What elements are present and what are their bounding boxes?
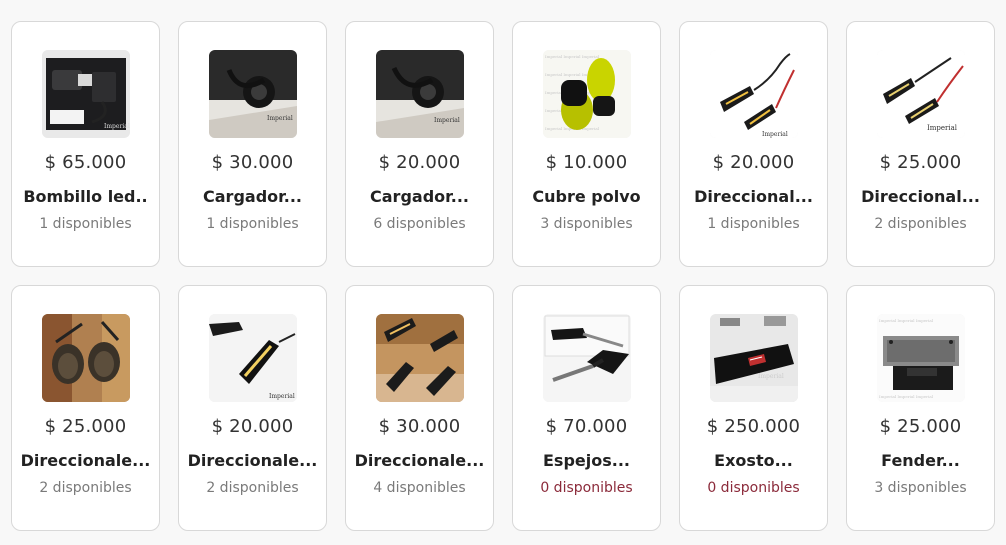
product-name[interactable]: Exosto... [714,451,793,470]
svg-text:Imperial: Imperial [104,123,130,130]
product-stock: 0 disponibles [707,480,800,496]
svg-text:Imperial: Imperial [758,373,784,380]
product-name[interactable]: Fender... [881,451,960,470]
product-card[interactable]: Imperial $ 25.000 Direccional... 2 dispo… [846,21,995,267]
led-bulb-kit-image: Imperial [41,50,130,138]
product-stock: 2 disponibles [874,216,967,232]
product-card[interactable]: Imperial Imperial Imperial Imperial Impe… [846,285,995,531]
product-name[interactable]: Direccional... [694,187,813,206]
product-name[interactable]: Bombillo led.. [23,187,147,206]
product-stock: 1 disponibles [707,216,800,232]
turn-signal-image: Imperial [876,50,965,138]
product-name[interactable]: Cargador... [370,187,469,206]
svg-text:Imperial: Imperial [434,117,460,124]
turn-signal-image: Imperial [709,50,798,138]
product-price: $ 65.000 [44,152,127,173]
product-stock: 0 disponibles [540,480,633,496]
product-name[interactable]: Direccionale... [355,451,485,470]
product-card[interactable]: Imperial $ 30.000 Cargador... 1 disponib… [178,21,327,267]
product-price: $ 20.000 [712,152,795,173]
svg-text:Imperial: Imperial [762,131,788,138]
product-stock: 1 disponibles [206,216,299,232]
round-turn-signals-image [41,314,130,402]
product-stock: 6 disponibles [373,216,466,232]
product-card[interactable]: Imperial $ 20.000 Cargador... 6 disponib… [345,21,494,267]
product-card[interactable]: $ 70.000 Espejos... 0 disponibles [512,285,661,531]
svg-text:Imperial: Imperial [927,124,958,132]
product-price: $ 70.000 [545,416,628,437]
product-price: $ 30.000 [378,416,461,437]
product-stock: 3 disponibles [540,216,633,232]
svg-text:Imperial: Imperial [267,115,293,122]
svg-text:Imperial Imperial Imperial: Imperial Imperial Imperial [879,318,934,323]
svg-text:Imperial: Imperial [269,393,295,400]
product-price: $ 25.000 [879,416,962,437]
product-name[interactable]: Cubre polvo [532,187,640,206]
usb-charger-image: Imperial [208,50,297,138]
product-name[interactable]: Direccional... [861,187,980,206]
product-name[interactable]: Direccionale... [21,451,151,470]
product-card[interactable]: Imperial $ 250.000 Exosto... 0 disponibl… [679,285,828,531]
svg-text:Imperial Imperial Imperial: Imperial Imperial Imperial [545,54,600,59]
product-stock: 4 disponibles [373,480,466,496]
turn-signal-image: Imperial [208,314,297,402]
product-stock: 1 disponibles [39,216,132,232]
product-card[interactable]: Imperial $ 65.000 Bombillo led.. 1 dispo… [11,21,160,267]
dust-cover-image: Imperial Imperial Imperial Imperial Impe… [542,50,631,138]
product-stock: 3 disponibles [874,480,967,496]
product-price: $ 20.000 [378,152,461,173]
fender-image: Imperial Imperial Imperial Imperial Impe… [876,314,965,402]
product-name[interactable]: Direccionale... [188,451,318,470]
product-card[interactable]: $ 25.000 Direccionale... 2 disponibles [11,285,160,531]
product-card[interactable]: Imperial Imperial Imperial Imperial Impe… [512,21,661,267]
product-price: $ 25.000 [44,416,127,437]
product-name[interactable]: Espejos... [543,451,630,470]
turn-signals-set-image [375,314,464,402]
svg-text:Imperial Imperial Imperial: Imperial Imperial Imperial [879,394,934,399]
product-grid: Imperial $ 65.000 Bombillo led.. 1 dispo… [11,21,995,531]
product-stock: 2 disponibles [39,480,132,496]
product-price: $ 25.000 [879,152,962,173]
product-price: $ 10.000 [545,152,628,173]
product-card[interactable]: $ 30.000 Direccionale... 4 disponibles [345,285,494,531]
product-price: $ 250.000 [706,416,801,437]
product-price: $ 30.000 [211,152,294,173]
product-name[interactable]: Cargador... [203,187,302,206]
mirrors-image [542,314,631,402]
exhaust-image: Imperial [709,314,798,402]
usb-charger-image: Imperial [375,50,464,138]
product-price: $ 20.000 [211,416,294,437]
product-card[interactable]: Imperial $ 20.000 Direccionale... 2 disp… [178,285,327,531]
product-stock: 2 disponibles [206,480,299,496]
product-card[interactable]: Imperial $ 20.000 Direccional... 1 dispo… [679,21,828,267]
